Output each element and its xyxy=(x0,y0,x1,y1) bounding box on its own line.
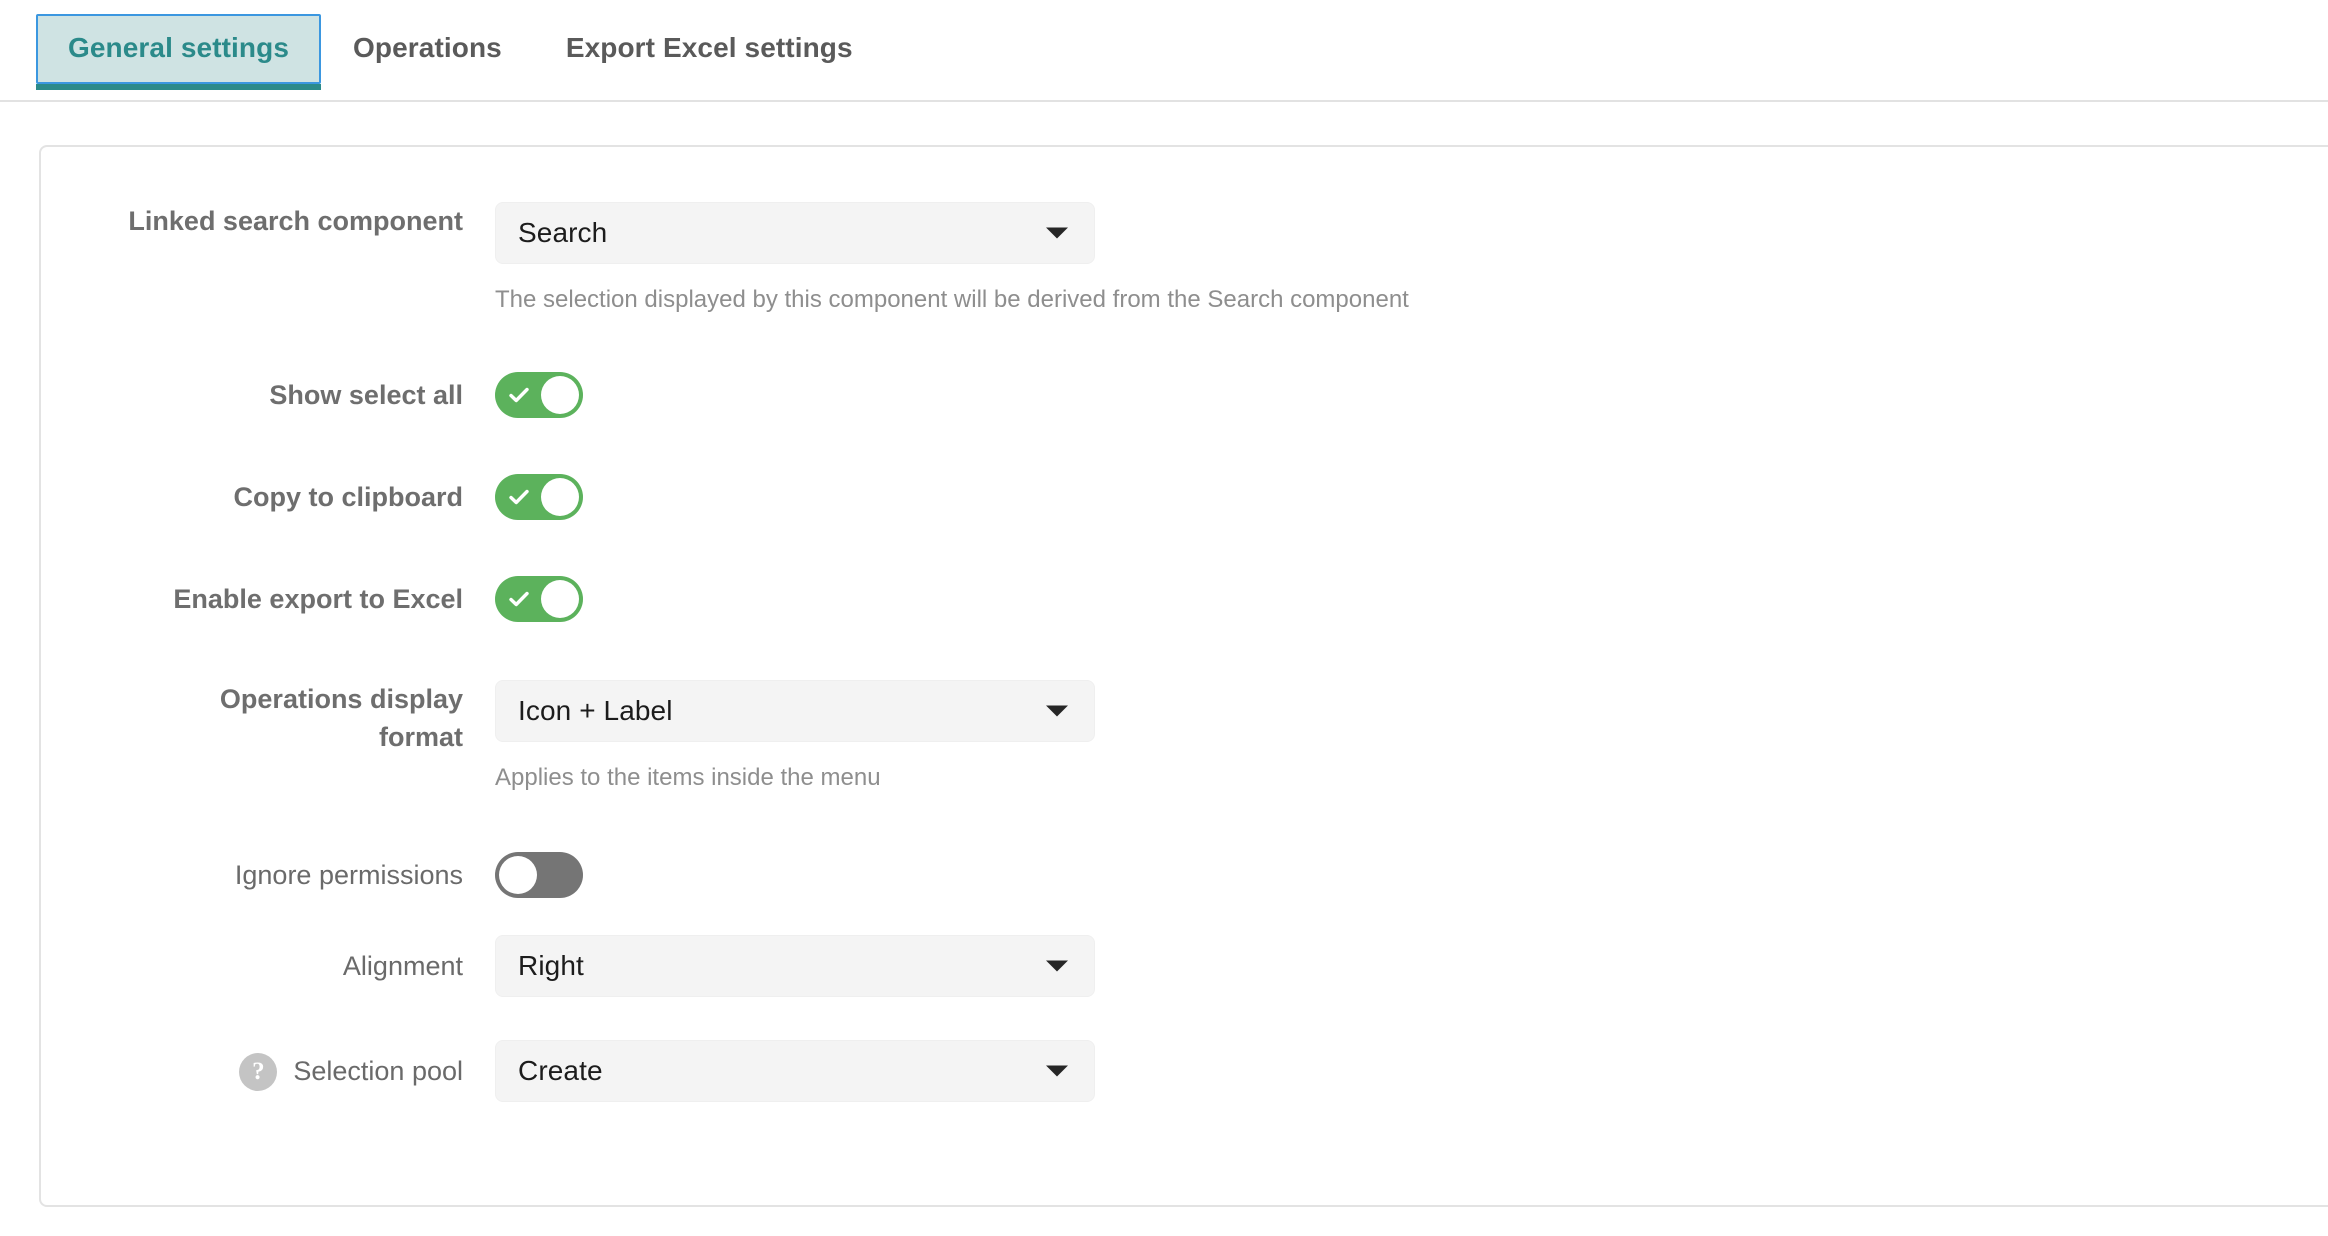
check-icon xyxy=(509,387,529,403)
field-label-cell: Ignore permissions xyxy=(41,856,463,894)
field-label-enable-export-to-excel: Enable export to Excel xyxy=(173,583,463,614)
field-label-cell: Alignment xyxy=(41,935,463,997)
field-label-cell: Enable export to Excel xyxy=(41,580,463,618)
field-control-cell: Icon + Label Applies to the items inside… xyxy=(495,680,1095,793)
chevron-down-icon xyxy=(1046,960,1068,972)
operations-display-format-select[interactable]: Icon + Label xyxy=(495,680,1095,742)
field-row-show-select-all: Show select all xyxy=(41,372,583,418)
field-label-selection-pool: Selection pool xyxy=(293,1055,463,1086)
field-label-cell: Operations display format xyxy=(41,680,463,757)
copy-to-clipboard-toggle[interactable] xyxy=(495,474,583,520)
question-mark-icon[interactable]: ? xyxy=(239,1053,278,1091)
enable-export-to-excel-toggle[interactable] xyxy=(495,576,583,622)
field-row-copy-to-clipboard: Copy to clipboard xyxy=(41,474,583,520)
toggle-knob xyxy=(541,580,579,618)
toggle-knob xyxy=(541,478,579,516)
settings-tab-bar: General settings Operations Export Excel… xyxy=(0,0,2328,102)
field-control-cell xyxy=(495,474,583,520)
selection-pool-select[interactable]: Create xyxy=(495,1040,1095,1102)
general-settings-panel: Linked search component Search The selec… xyxy=(39,145,2328,1207)
operations-display-format-hint: Applies to the items inside the menu xyxy=(495,764,881,791)
field-label-copy-to-clipboard: Copy to clipboard xyxy=(233,481,464,512)
field-row-selection-pool: ? Selection pool Create xyxy=(41,1040,1095,1102)
field-label-cell: ? Selection pool xyxy=(41,1040,463,1102)
tab-general-settings[interactable]: General settings xyxy=(36,14,322,91)
field-control-cell: Create xyxy=(495,1040,1095,1102)
selection-pool-value: Create xyxy=(518,1055,603,1086)
field-row-linked-search-component: Linked search component Search The selec… xyxy=(41,202,1409,315)
field-control-cell: Search The selection displayed by this c… xyxy=(495,202,1409,315)
tab-bar-divider xyxy=(0,100,2328,102)
chevron-down-icon xyxy=(1046,705,1068,717)
field-label-cell: Copy to clipboard xyxy=(41,478,464,516)
field-row-ignore-permissions: Ignore permissions xyxy=(41,852,583,898)
field-label-cell: Show select all xyxy=(41,376,463,414)
field-label-alignment: Alignment xyxy=(342,950,463,981)
tab-export-excel-settings[interactable]: Export Excel settings xyxy=(534,14,885,84)
tab-operations-label: Operations xyxy=(353,32,502,63)
toggle-knob xyxy=(541,376,579,414)
linked-search-component-value: Search xyxy=(518,217,608,248)
linked-search-component-select[interactable]: Search xyxy=(495,202,1095,264)
tab-operations[interactable]: Operations xyxy=(321,14,534,84)
field-label-operations-display-format: Operations display format xyxy=(219,684,463,753)
field-label-linked-search-component: Linked search component xyxy=(128,206,463,236)
show-select-all-toggle[interactable] xyxy=(495,372,583,418)
field-row-enable-export-to-excel: Enable export to Excel xyxy=(41,576,583,622)
ignore-permissions-toggle[interactable] xyxy=(495,852,583,898)
check-icon xyxy=(509,591,529,607)
tab-general-settings-label: General settings xyxy=(68,32,290,63)
alignment-value: Right xyxy=(518,950,584,981)
alignment-select[interactable]: Right xyxy=(495,935,1095,997)
field-row-operations-display-format: Operations display format Icon + Label A… xyxy=(41,680,1095,793)
tab-list: General settings Operations Export Excel… xyxy=(36,14,885,91)
field-label-cell: Linked search component xyxy=(41,202,463,240)
field-control-cell: Right xyxy=(495,935,1095,997)
toggle-knob xyxy=(499,856,537,894)
field-label-ignore-permissions: Ignore permissions xyxy=(234,859,463,890)
field-control-cell xyxy=(495,852,583,898)
field-control-cell xyxy=(495,372,583,418)
operations-display-format-value: Icon + Label xyxy=(518,695,673,726)
chevron-down-icon xyxy=(1046,1065,1068,1077)
field-control-cell xyxy=(495,576,583,622)
check-icon xyxy=(509,489,529,505)
field-row-alignment: Alignment Right xyxy=(41,935,1095,997)
chevron-down-icon xyxy=(1046,227,1068,239)
linked-search-component-hint: The selection displayed by this componen… xyxy=(495,286,1409,313)
tab-export-excel-settings-label: Export Excel settings xyxy=(565,32,853,63)
field-label-show-select-all: Show select all xyxy=(269,379,463,410)
